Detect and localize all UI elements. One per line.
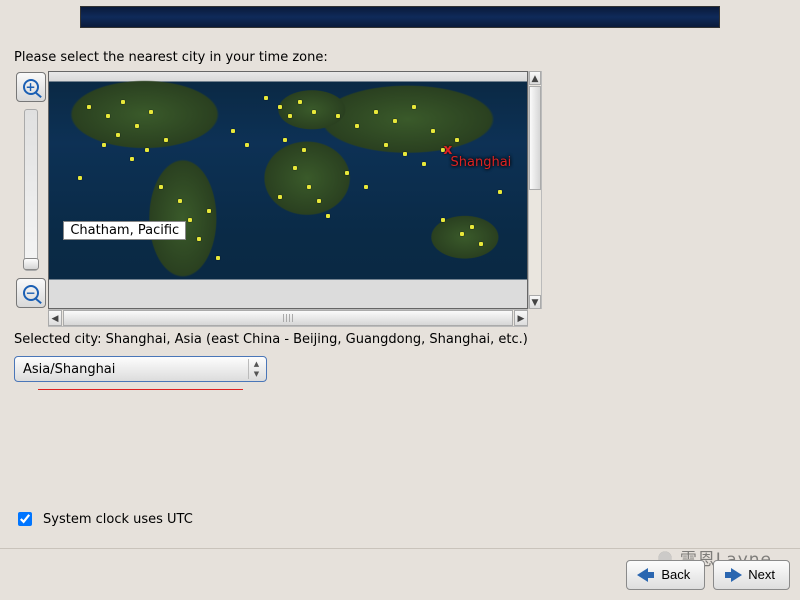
zoom-slider-thumb[interactable] xyxy=(23,258,39,270)
selected-city-text: Selected city: Shanghai, Asia (east Chin… xyxy=(14,332,528,347)
timezone-combobox-value: Asia/Shanghai xyxy=(23,362,115,377)
arrow-left-icon xyxy=(637,568,655,582)
timezone-combobox[interactable]: Asia/Shanghai ▲ ▼ xyxy=(14,356,267,382)
zoom-slider[interactable] xyxy=(24,109,38,271)
world-map[interactable]: x Shanghai Chatham, Pacific xyxy=(48,71,528,309)
combobox-spinner[interactable]: ▲ ▼ xyxy=(248,359,264,379)
back-button[interactable]: Back xyxy=(626,560,705,590)
chevron-down-icon: ▼ xyxy=(249,369,264,379)
timezone-map-area: x Shanghai Chatham, Pacific ▲ ▼ ◀ ▶ xyxy=(14,71,542,327)
map-scroll-pane: x Shanghai Chatham, Pacific ▲ ▼ ◀ ▶ xyxy=(48,71,542,327)
zoom-out-button[interactable] xyxy=(16,278,46,308)
utc-checkbox[interactable] xyxy=(18,512,32,526)
chevron-up-icon: ▲ xyxy=(249,359,264,369)
map-vertical-scrollbar[interactable]: ▲ ▼ xyxy=(528,71,542,309)
scroll-down-icon[interactable]: ▼ xyxy=(529,295,541,309)
header-band xyxy=(80,6,720,28)
zoom-in-button[interactable] xyxy=(16,72,46,102)
footer-nav: Back Next xyxy=(0,548,800,600)
back-button-label: Back xyxy=(661,567,690,582)
dropdown-underline xyxy=(38,389,243,390)
zoom-in-icon xyxy=(23,79,39,95)
zoom-out-icon xyxy=(23,285,39,301)
timezone-prompt: Please select the nearest city in your t… xyxy=(14,50,328,65)
utc-checkbox-label: System clock uses UTC xyxy=(43,512,193,527)
scroll-left-icon[interactable]: ◀ xyxy=(48,310,62,326)
hover-city-tooltip: Chatham, Pacific xyxy=(63,221,186,240)
selected-city-label: Shanghai xyxy=(451,155,512,170)
utc-checkbox-row[interactable]: System clock uses UTC xyxy=(14,509,193,529)
scroll-up-icon[interactable]: ▲ xyxy=(529,71,541,85)
scroll-right-icon[interactable]: ▶ xyxy=(514,310,528,326)
next-button-label: Next xyxy=(748,567,775,582)
vscroll-thumb[interactable] xyxy=(529,86,541,190)
zoom-controls xyxy=(14,71,47,309)
next-button[interactable]: Next xyxy=(713,560,790,590)
arrow-right-icon xyxy=(724,568,742,582)
hscroll-thumb[interactable] xyxy=(63,310,513,326)
map-horizontal-scrollbar[interactable]: ◀ ▶ xyxy=(48,309,528,327)
